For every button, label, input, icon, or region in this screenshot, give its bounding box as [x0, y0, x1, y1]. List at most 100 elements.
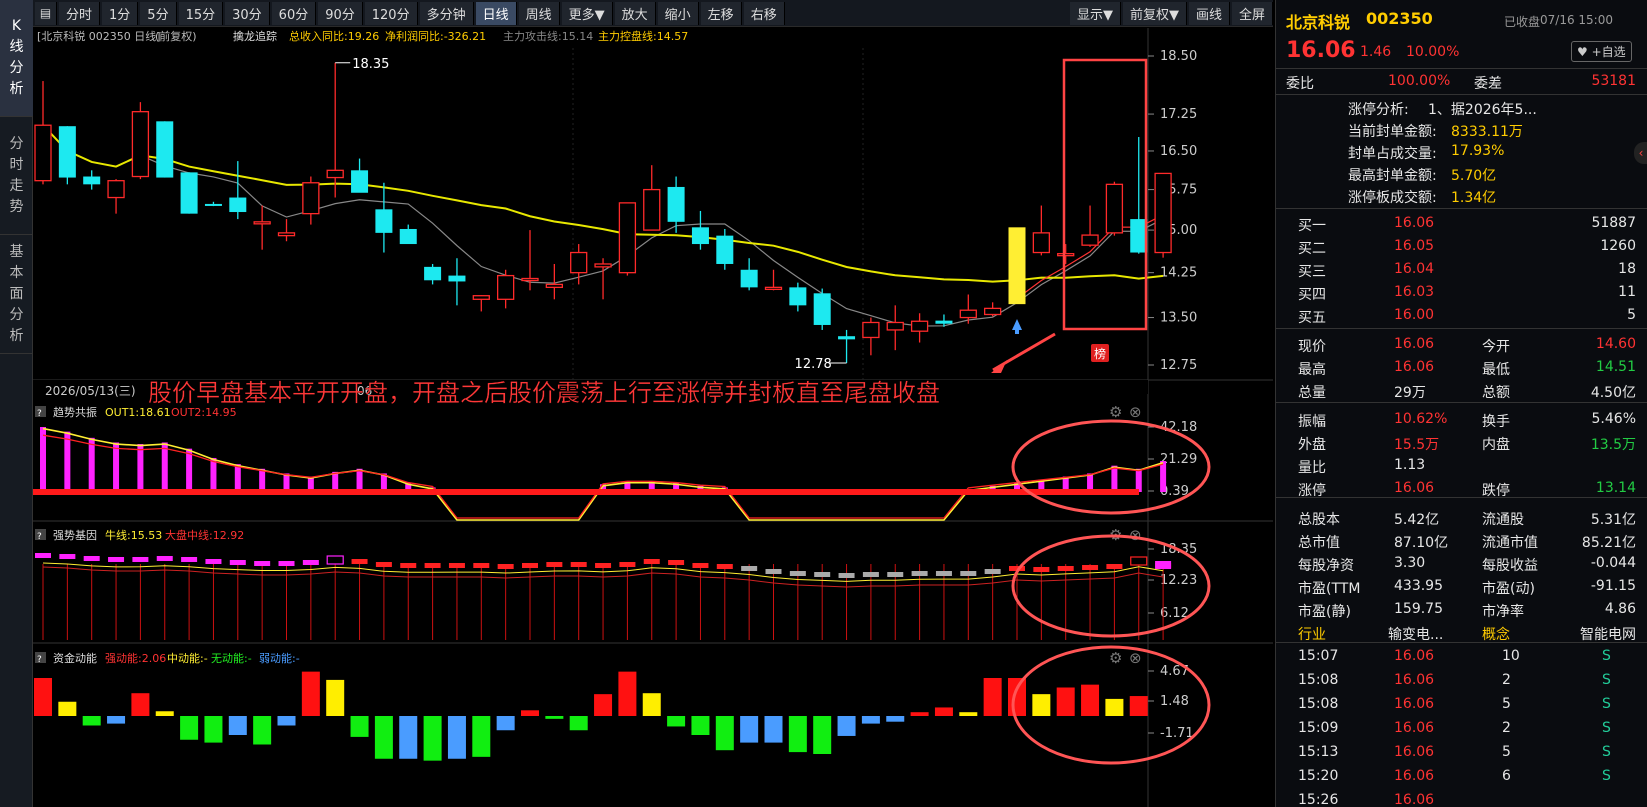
tick-side: S — [1602, 696, 1611, 712]
period-tab-9[interactable]: 日线 — [475, 1, 517, 25]
period-tab-11[interactable]: 更多▼ — [561, 1, 613, 25]
indicator-field-1: 净利润同比:-326.21 — [385, 29, 486, 43]
candle-body — [83, 176, 101, 185]
stat-label: 最高 — [1298, 362, 1326, 378]
stat-row: 量比 1.13 — [1276, 454, 1647, 478]
bid-label: 买五 — [1298, 310, 1326, 326]
fund-momentum-panel: ? 资金动能 强动能:2.06 中动能:- 无动能:- 弱动能:- ⚙ ⊗4.671.48-1… — [34, 649, 1194, 761]
period-tab-3[interactable]: 15分 — [178, 1, 224, 25]
stat-row: 外盘 15.5万 内盘 13.5万 — [1276, 431, 1647, 455]
collapse-panel-icon[interactable]: ‹ — [1634, 142, 1647, 164]
stat-label: 总量 — [1298, 385, 1326, 401]
bid-label: 买四 — [1298, 287, 1326, 303]
gene-block — [424, 563, 441, 568]
period-tab-8[interactable]: 多分钟 — [419, 1, 474, 25]
add-watchlist-button[interactable]: ♥ +自选 — [1571, 41, 1632, 62]
gene-block — [351, 559, 368, 564]
stat-value: 5.31亿 — [1590, 512, 1636, 528]
weicha-value: 53181 — [1591, 73, 1636, 89]
candle-body — [399, 228, 417, 245]
bid-price: 16.05 — [1394, 238, 1435, 254]
trend-bar — [113, 442, 120, 492]
chart-action-1[interactable]: 缩小 — [657, 1, 699, 25]
tick-volume: 10 — [1502, 648, 1520, 664]
bid-price: 16.00 — [1394, 307, 1435, 323]
help-glyph: ? — [37, 532, 42, 542]
panel-close-icon[interactable]: ⊗ — [1129, 526, 1142, 544]
fund-bar — [764, 716, 783, 743]
chart-option-2[interactable]: 画线 — [1188, 1, 1230, 25]
gene-block — [960, 571, 977, 576]
period-tab-2[interactable]: 5分 — [140, 1, 177, 25]
gene-block — [789, 571, 806, 576]
last-price: 16.06 — [1286, 38, 1356, 63]
panel-close-icon[interactable]: ⊗ — [1129, 649, 1142, 667]
trend-bar — [64, 431, 71, 492]
fund-bar — [1105, 698, 1124, 716]
period-tab-1[interactable]: 1分 — [102, 1, 139, 25]
period-tab-7[interactable]: 120分 — [364, 1, 418, 25]
chart-action-2[interactable]: 左移 — [700, 1, 742, 25]
period-tab-6[interactable]: 90分 — [318, 1, 363, 25]
side-tab-char: 时 — [9, 157, 24, 173]
chart-action-3[interactable]: 右移 — [743, 1, 785, 25]
panel-close-icon[interactable]: ⊗ — [1129, 403, 1142, 421]
fund-bar — [58, 701, 77, 716]
bid-label: 买一 — [1298, 218, 1326, 234]
kline-chart-area[interactable]: [北京科锐 002350 日线](前复权) 擒龙追踪 总收入同比:19.26 净利润同… — [33, 28, 1273, 807]
chart-option-3[interactable]: 全屏 — [1231, 1, 1273, 25]
trend-bar — [234, 464, 241, 492]
bid-row: 买二 16.05 1260 — [1276, 235, 1647, 259]
fund-bar — [1056, 687, 1075, 716]
period-tab-0[interactable]: 分时 — [59, 1, 101, 25]
gene-block — [156, 556, 173, 561]
bid-volume: 5 — [1627, 307, 1636, 323]
menu-icon[interactable]: ▤ — [35, 1, 57, 25]
tick-time: 15:09 — [1298, 720, 1339, 736]
fund-bar — [1129, 696, 1148, 716]
side-tab-1[interactable]: 分时走势 — [0, 118, 33, 235]
gene-block — [619, 562, 636, 567]
candle-body — [716, 235, 734, 264]
app-window: K线分析分时走势基本面分析 ▤ 分时 1分 5分 15分 30分 60分 90分 120分 多分… — [0, 0, 1647, 807]
side-tab-2[interactable]: 基本面分析 — [0, 236, 33, 354]
tick-time: 15:13 — [1298, 744, 1339, 760]
candle-body — [253, 221, 271, 225]
candle-body — [424, 266, 442, 281]
panel-settings-icon[interactable]: ⚙ — [1109, 403, 1122, 421]
gene-block — [595, 563, 612, 568]
fund-bar — [715, 716, 734, 751]
fund-bar — [642, 693, 661, 716]
chart-action-0[interactable]: 放大 — [614, 1, 656, 25]
tick-price: 16.06 — [1394, 696, 1435, 712]
candle-body — [618, 202, 637, 274]
candle-body — [984, 307, 1002, 316]
gene-block — [181, 557, 198, 562]
panel-settings-icon[interactable]: ⚙ — [1109, 649, 1122, 667]
candle-body — [1057, 253, 1075, 257]
tick-volume: 6 — [1502, 768, 1511, 784]
period-tab-5[interactable]: 60分 — [271, 1, 317, 25]
bid-price: 16.06 — [1394, 215, 1435, 231]
period-tab-10[interactable]: 周线 — [518, 1, 560, 25]
tick-row: 15:09 16.06 2 S — [1276, 717, 1647, 741]
candle-body — [1154, 172, 1172, 254]
stat-label: 内盘 — [1482, 437, 1510, 453]
stat-value: 87.10亿 — [1394, 535, 1449, 551]
limit-info-label: 最高封单金额: — [1348, 168, 1437, 184]
side-tab-0[interactable]: K线分析 — [0, 0, 33, 117]
panel-title: 趋势共振 — [53, 405, 97, 419]
weibi-label: 委比 — [1286, 76, 1314, 92]
gene-block — [229, 560, 246, 565]
chart-option-0[interactable]: 显示▼ — [1069, 1, 1121, 25]
tick-price: 16.06 — [1394, 744, 1435, 760]
chart-option-1[interactable]: 前复权▼ — [1122, 1, 1187, 25]
limit-info-value: 5.70亿 — [1451, 168, 1497, 184]
order-ratio-row: 委比 100.00% 委差 53181 — [1276, 70, 1647, 94]
period-tab-4[interactable]: 30分 — [225, 1, 270, 25]
panel-field: 弱动能:- — [259, 651, 300, 665]
bid-price: 16.04 — [1394, 261, 1435, 277]
candle-body — [496, 274, 515, 300]
fund-bar — [1081, 684, 1100, 716]
stat-label: 总股本 — [1298, 512, 1340, 528]
